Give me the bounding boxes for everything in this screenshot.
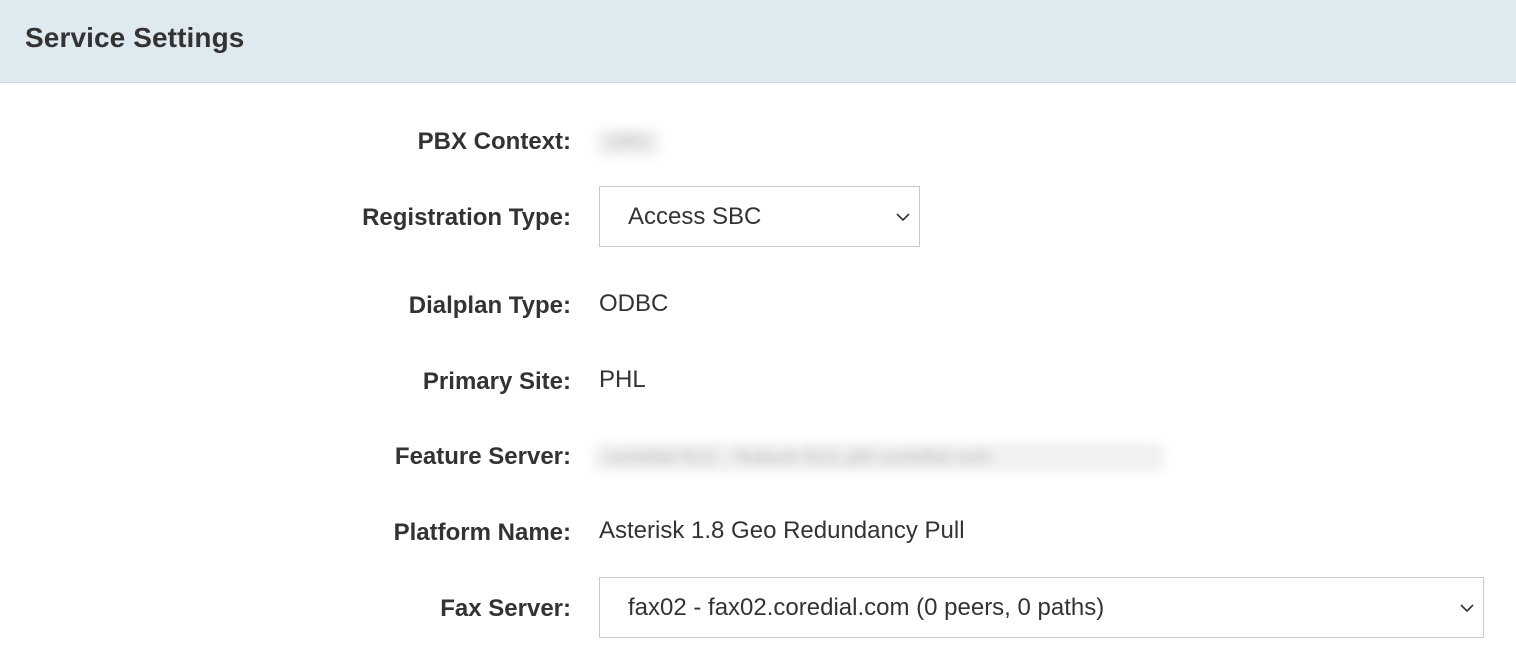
registration-type-selected-value: Access SBC xyxy=(628,203,762,230)
pbx-context-value: 1001 xyxy=(596,128,661,157)
registration-type-select[interactable]: Access SBC xyxy=(599,186,920,247)
fax-server-selected-value: fax02 - fax02.coredial.com (0 peers, 0 p… xyxy=(628,594,1105,621)
dialplan-type-label: Dialplan Type: xyxy=(408,292,571,319)
primary-site-label: Primary Site: xyxy=(422,368,571,395)
pbx-context-label: PBX Context: xyxy=(417,128,571,155)
registration-type-label: Registration Type: xyxy=(362,204,571,231)
platform-name-value: Asterisk 1.8 Geo Redundancy Pull xyxy=(599,517,965,544)
fax-server-select[interactable]: fax02 - fax02.coredial.com (0 peers, 0 p… xyxy=(599,577,1484,638)
feature-server-label: Feature Server: xyxy=(394,443,571,470)
dialplan-type-value: ODBC xyxy=(599,290,669,317)
primary-site-value: PHL xyxy=(599,366,646,393)
fax-server-label: Fax Server: xyxy=(440,595,571,622)
platform-name-label: Platform Name: xyxy=(393,519,571,546)
panel-header: Service Settings xyxy=(0,0,1516,83)
chevron-down-icon xyxy=(1460,604,1474,613)
feature-server-value: coredial-fs11 - feature-fs11.phl.coredia… xyxy=(593,443,1165,472)
chevron-down-icon xyxy=(896,213,910,222)
panel-title: Service Settings xyxy=(25,22,245,53)
